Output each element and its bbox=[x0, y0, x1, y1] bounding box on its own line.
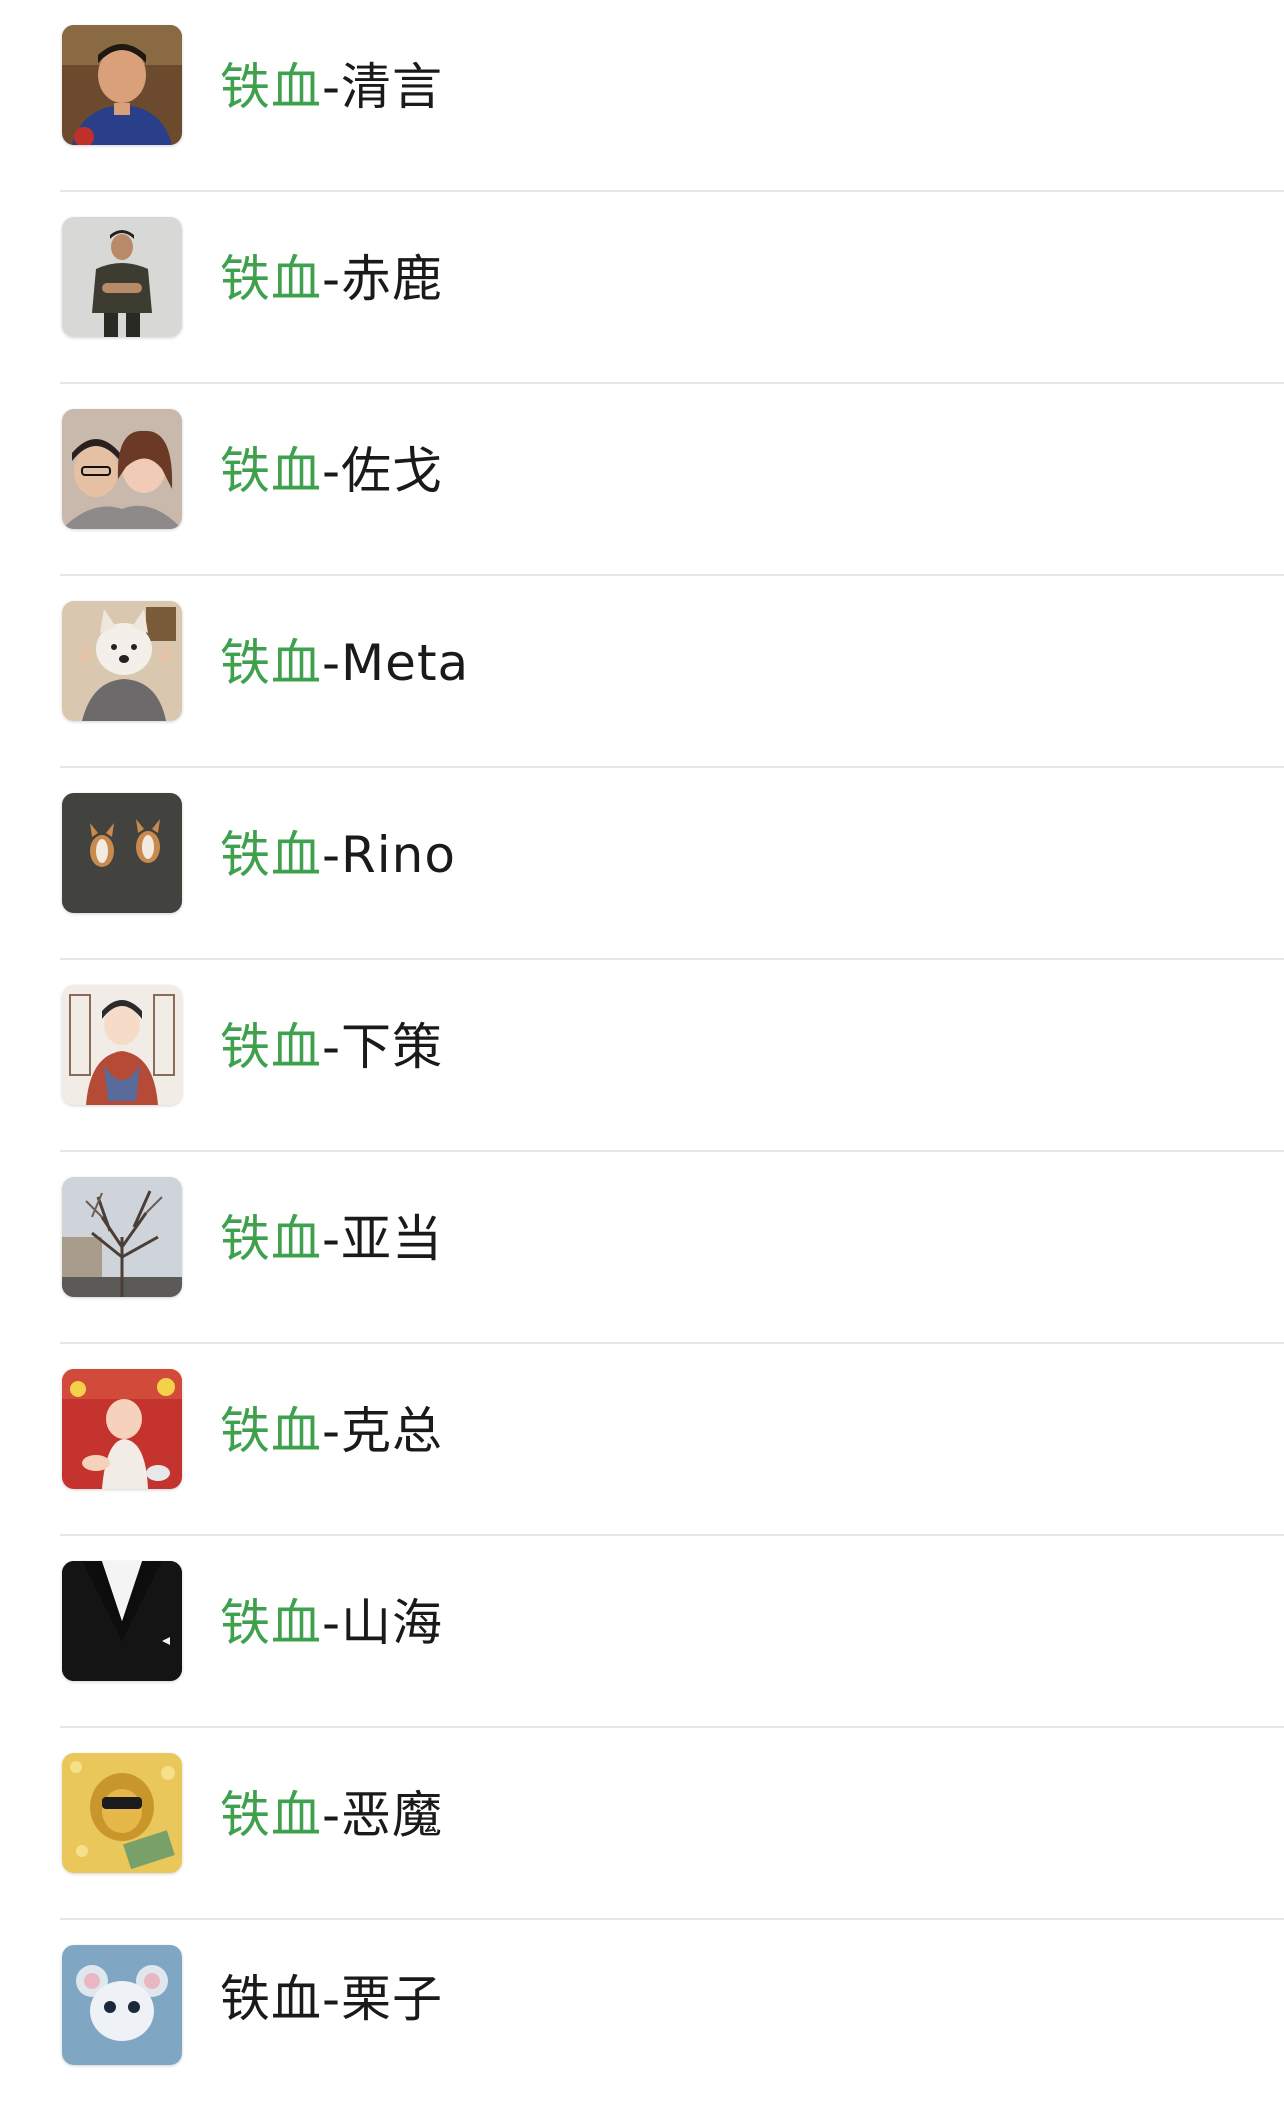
contact-avatar bbox=[62, 1177, 182, 1297]
match-highlight: 铁血 bbox=[220, 1402, 322, 1460]
contact-row[interactable]: 铁血-下策 bbox=[0, 960, 1284, 1152]
contact-avatar bbox=[62, 1945, 182, 2065]
contact-avatar bbox=[62, 793, 182, 913]
contact-row[interactable]: 铁血-清言 bbox=[0, 0, 1284, 192]
match-highlight: 铁血 bbox=[220, 634, 322, 692]
match-highlight: 铁血 bbox=[220, 58, 322, 116]
match-highlight: 铁血 bbox=[220, 1210, 322, 1268]
boy-portrait-avatar bbox=[62, 25, 182, 145]
contact-row[interactable]: 铁血-佐戈 bbox=[0, 384, 1284, 576]
match-highlight: 铁血 bbox=[220, 1786, 322, 1844]
contact-avatar bbox=[62, 217, 182, 337]
match-highlight: 铁血 bbox=[220, 442, 322, 500]
couple-selfie-avatar bbox=[62, 409, 182, 529]
contact-name: 铁血-亚当 bbox=[220, 1210, 444, 1268]
contact-row[interactable]: 铁血-Meta bbox=[0, 576, 1284, 768]
contact-name: 铁血-赤鹿 bbox=[220, 250, 444, 308]
contact-avatar bbox=[62, 409, 182, 529]
cartoon-boy-avatar bbox=[62, 985, 182, 1105]
contact-avatar bbox=[62, 1369, 182, 1489]
match-highlight: 铁血 bbox=[220, 826, 322, 884]
dog-face-avatar bbox=[62, 601, 182, 721]
baby-avatar bbox=[62, 1369, 182, 1489]
contact-name: 铁血-Rino bbox=[220, 826, 456, 884]
contact-avatar bbox=[62, 1561, 182, 1681]
contact-row[interactable]: 铁血-赤鹿 bbox=[0, 192, 1284, 384]
contact-row[interactable]: 铁血-Rino bbox=[0, 768, 1284, 960]
match-highlight: 铁血 bbox=[220, 250, 322, 308]
contact-name: 铁血-栗子 bbox=[220, 1970, 444, 2028]
contact-avatar bbox=[62, 1753, 182, 1873]
contact-name: 铁血-Meta bbox=[220, 634, 470, 692]
corgi-dogs-avatar bbox=[62, 793, 182, 913]
contact-name: 铁血-下策 bbox=[220, 1018, 444, 1076]
match-highlight: 铁血 bbox=[220, 1018, 322, 1076]
match-highlight: 铁血 bbox=[220, 1970, 322, 2028]
contact-name: 铁血-恶魔 bbox=[220, 1786, 444, 1844]
contact-row[interactable]: 铁血-亚当 bbox=[0, 1152, 1284, 1344]
contact-avatar bbox=[62, 985, 182, 1105]
contact-name: 铁血-山海 bbox=[220, 1594, 444, 1652]
tuxedo-avatar bbox=[62, 1561, 182, 1681]
contact-row[interactable]: 铁血-栗子 bbox=[0, 1920, 1284, 2112]
contact-avatar bbox=[62, 25, 182, 145]
mouse-3d-avatar bbox=[62, 1945, 182, 2065]
man-standing-avatar bbox=[62, 217, 182, 337]
contact-name: 铁血-清言 bbox=[220, 58, 444, 116]
tree-street-avatar bbox=[62, 1177, 182, 1297]
contact-row[interactable]: 铁血-克总 bbox=[0, 1344, 1284, 1536]
contact-row[interactable]: 铁血-恶魔 bbox=[0, 1728, 1284, 1920]
contact-row[interactable]: 铁血-山海 bbox=[0, 1536, 1284, 1728]
contact-avatar bbox=[62, 601, 182, 721]
contact-search-results: 铁血-清言 铁血-赤鹿 铁血-佐戈 铁血-Meta 铁血-Rino 铁血-下策 … bbox=[0, 0, 1284, 2112]
gold-lion-avatar bbox=[62, 1753, 182, 1873]
contact-name: 铁血-克总 bbox=[220, 1402, 444, 1460]
contact-name: 铁血-佐戈 bbox=[220, 442, 444, 500]
match-highlight: 铁血 bbox=[220, 1594, 322, 1652]
